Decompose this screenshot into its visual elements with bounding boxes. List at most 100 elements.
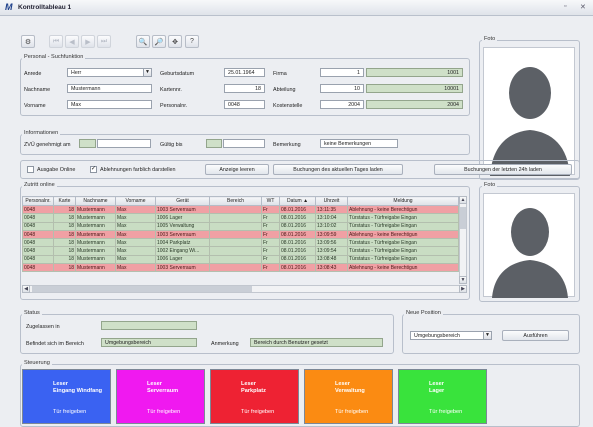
next-record-icon[interactable]: ▶ bbox=[81, 35, 95, 48]
reader-tile-button[interactable]: Leser Verwaltung Tür freigeben bbox=[304, 369, 393, 424]
anrede-label: Anrede bbox=[24, 71, 42, 77]
abteilung-label: Abteilung bbox=[273, 87, 296, 93]
table-cell: Fr bbox=[261, 254, 280, 265]
scroll-right-icon[interactable]: ▶ bbox=[459, 285, 467, 293]
anmerkung-label: Anmerkung bbox=[211, 341, 239, 347]
zutritt-label: Zutritt online bbox=[22, 182, 57, 188]
table-cell: 13:09:56 bbox=[315, 238, 348, 248]
column-header[interactable]: Bereich bbox=[209, 196, 262, 206]
previous-record-icon[interactable]: ◀ bbox=[65, 35, 79, 48]
firma-field[interactable]: 1 bbox=[320, 68, 364, 77]
table-cell bbox=[209, 246, 262, 256]
tile-title: Leser Parkplatz bbox=[241, 381, 266, 395]
zugelassen-field bbox=[101, 321, 197, 330]
help-icon[interactable]: ? bbox=[185, 35, 199, 48]
first-record-icon[interactable]: ⏮ bbox=[49, 35, 63, 48]
column-header[interactable]: Karte bbox=[53, 196, 76, 206]
table-cell: 18 bbox=[53, 204, 76, 215]
table-row[interactable]: 0048 18 Mustermann Max 1003 Serverraum Fr 08.0… bbox=[22, 204, 459, 215]
reader-tile-button[interactable]: Leser Lager Tür freigeben bbox=[398, 369, 487, 424]
scroll-up-icon[interactable]: ▲ bbox=[459, 196, 467, 204]
geburtsdatum-label: Geburtsdatum bbox=[160, 71, 195, 77]
horizontal-scroll-thumb[interactable] bbox=[32, 286, 252, 292]
tile-title: Leser Verwaltung bbox=[335, 381, 365, 395]
position-select[interactable]: Umgebungsbereich bbox=[410, 331, 484, 340]
zvu-date-field[interactable] bbox=[97, 139, 151, 148]
table-cell bbox=[209, 221, 262, 231]
anzeige-leeren-button[interactable]: Anzeige leeren bbox=[205, 164, 269, 175]
chevron-down-icon[interactable]: ▼ bbox=[143, 68, 152, 77]
table-cell: 13:08:48 bbox=[315, 254, 348, 265]
column-header[interactable]: Personalnr. bbox=[22, 196, 54, 206]
tile-action: Tür freigeben bbox=[429, 409, 463, 415]
table-cell bbox=[209, 213, 262, 223]
table-cell: 0048 bbox=[22, 254, 54, 265]
column-header[interactable]: Uhrzeit bbox=[315, 196, 348, 206]
chevron-down-icon[interactable]: ▼ bbox=[483, 331, 492, 340]
column-header[interactable]: Meldung bbox=[347, 196, 459, 206]
column-header[interactable]: Vorname bbox=[115, 196, 156, 206]
tile-line1: Leser bbox=[429, 381, 444, 387]
nachname-field[interactable]: Mustermann bbox=[67, 84, 152, 93]
scroll-left-icon[interactable]: ◀ bbox=[22, 285, 30, 293]
kostenstelle-field[interactable]: 2004 bbox=[320, 100, 364, 109]
search-icon[interactable]: 🔍 bbox=[136, 35, 150, 48]
reader-tile-button[interactable]: Leser Parkplatz Tür freigeben bbox=[210, 369, 299, 424]
table-row[interactable]: 0048 18 Mustermann Max 1006 Lager Fr 08.01.201… bbox=[22, 254, 459, 265]
restore-icon[interactable]: ▫ bbox=[564, 3, 566, 10]
table-cell bbox=[209, 238, 262, 248]
column-header[interactable]: Nachname bbox=[75, 196, 116, 206]
table-row[interactable]: 0048 18 Mustermann Max 1003 Serverraum Fr 08.0… bbox=[22, 263, 459, 273]
reader-tile-button[interactable]: Leser Serverraum Tür freigeben bbox=[116, 369, 205, 424]
table-cell: 13:09:59 bbox=[315, 229, 348, 240]
vertical-scroll-thumb[interactable] bbox=[460, 207, 466, 229]
geburtsdatum-field[interactable]: 25.01.1964 bbox=[224, 68, 265, 77]
search-advanced-icon[interactable]: 🔎 bbox=[152, 35, 166, 48]
table-vertical-scrollbar[interactable]: ▲ ▼ bbox=[459, 196, 467, 284]
gueltig-date-field[interactable] bbox=[223, 139, 265, 148]
kostenstelle-code: 2004 bbox=[366, 100, 463, 109]
table-cell: 0048 bbox=[22, 229, 54, 240]
photo-label-2: Foto bbox=[482, 182, 498, 188]
table-horizontal-scrollbar[interactable]: ◀ ▶ bbox=[22, 285, 467, 293]
kartennr-field[interactable]: 18 bbox=[224, 84, 265, 93]
table-cell: Türstatus - Türfreigabe Eingan bbox=[347, 238, 459, 248]
column-header[interactable]: Datum ▲ bbox=[279, 196, 316, 206]
table-cell: Fr bbox=[261, 263, 280, 273]
table-row[interactable]: 0048 18 Mustermann Max 1003 Serverraum Fr 08.0… bbox=[22, 229, 459, 240]
navigate-icon[interactable]: ✥ bbox=[168, 35, 182, 48]
zutritt-table[interactable]: Personalnr. Karte Nachname Vorname Gerät Bere… bbox=[22, 196, 459, 273]
table-cell: Fr bbox=[261, 238, 280, 248]
buchungen-tages-button[interactable]: Buchungen des aktuellen Tages laden bbox=[273, 164, 403, 175]
table-cell bbox=[209, 263, 262, 273]
ablehnungen-checkbox[interactable]: ✓ bbox=[90, 166, 97, 173]
last-record-icon[interactable]: ⏭ bbox=[97, 35, 111, 48]
column-header[interactable]: WT bbox=[261, 196, 280, 206]
buchungen-24h-button[interactable]: Buchungen der letzten 24h laden bbox=[434, 164, 572, 175]
scroll-down-icon[interactable]: ▼ bbox=[459, 276, 467, 284]
ausgabe-online-label: Ausgabe Online bbox=[37, 167, 76, 173]
close-icon[interactable]: ✕ bbox=[580, 3, 586, 11]
table-cell: Fr bbox=[261, 229, 280, 240]
tile-line2: Serverraum bbox=[147, 388, 179, 394]
ausgabe-online-checkbox[interactable] bbox=[27, 166, 34, 173]
anrede-select[interactable]: Herr bbox=[67, 68, 144, 77]
table-cell: 1005 Verwaltung bbox=[155, 221, 210, 231]
vorname-label: Vorname bbox=[24, 103, 46, 109]
personalnr-field[interactable]: 0048 bbox=[224, 100, 265, 109]
column-header[interactable]: Gerät bbox=[155, 196, 210, 206]
vorname-field[interactable]: Max bbox=[67, 100, 152, 109]
table-row[interactable]: 0048 18 Mustermann Max 1004 Parkplatz Fr 08.01… bbox=[22, 238, 459, 248]
table-row[interactable]: 0048 18 Mustermann Max 1006 Lager Fr 08.01.201… bbox=[22, 213, 459, 223]
abteilung-field[interactable]: 10 bbox=[320, 84, 364, 93]
table-cell: Türstatus - Türfreigabe Eingan bbox=[347, 254, 459, 265]
config-icon[interactable]: ⚙ bbox=[21, 35, 35, 48]
tile-action: Tür freigeben bbox=[147, 409, 181, 415]
ausfuehren-button[interactable]: Ausführen bbox=[502, 330, 569, 341]
table-row[interactable]: 0048 18 Mustermann Max 1005 Verwaltung Fr 08.0… bbox=[22, 221, 459, 231]
table-row[interactable]: 0048 18 Mustermann Max 1002 Eingang Wi... Fr 0… bbox=[22, 246, 459, 256]
table-cell: 0048 bbox=[22, 238, 54, 248]
reader-tile-button[interactable]: Leser Eingang Windfang Tür freigeben bbox=[22, 369, 111, 424]
table-cell: 1002 Eingang Wi... bbox=[155, 246, 210, 256]
bemerkung-field[interactable]: keine Bemerkungen bbox=[320, 139, 398, 148]
